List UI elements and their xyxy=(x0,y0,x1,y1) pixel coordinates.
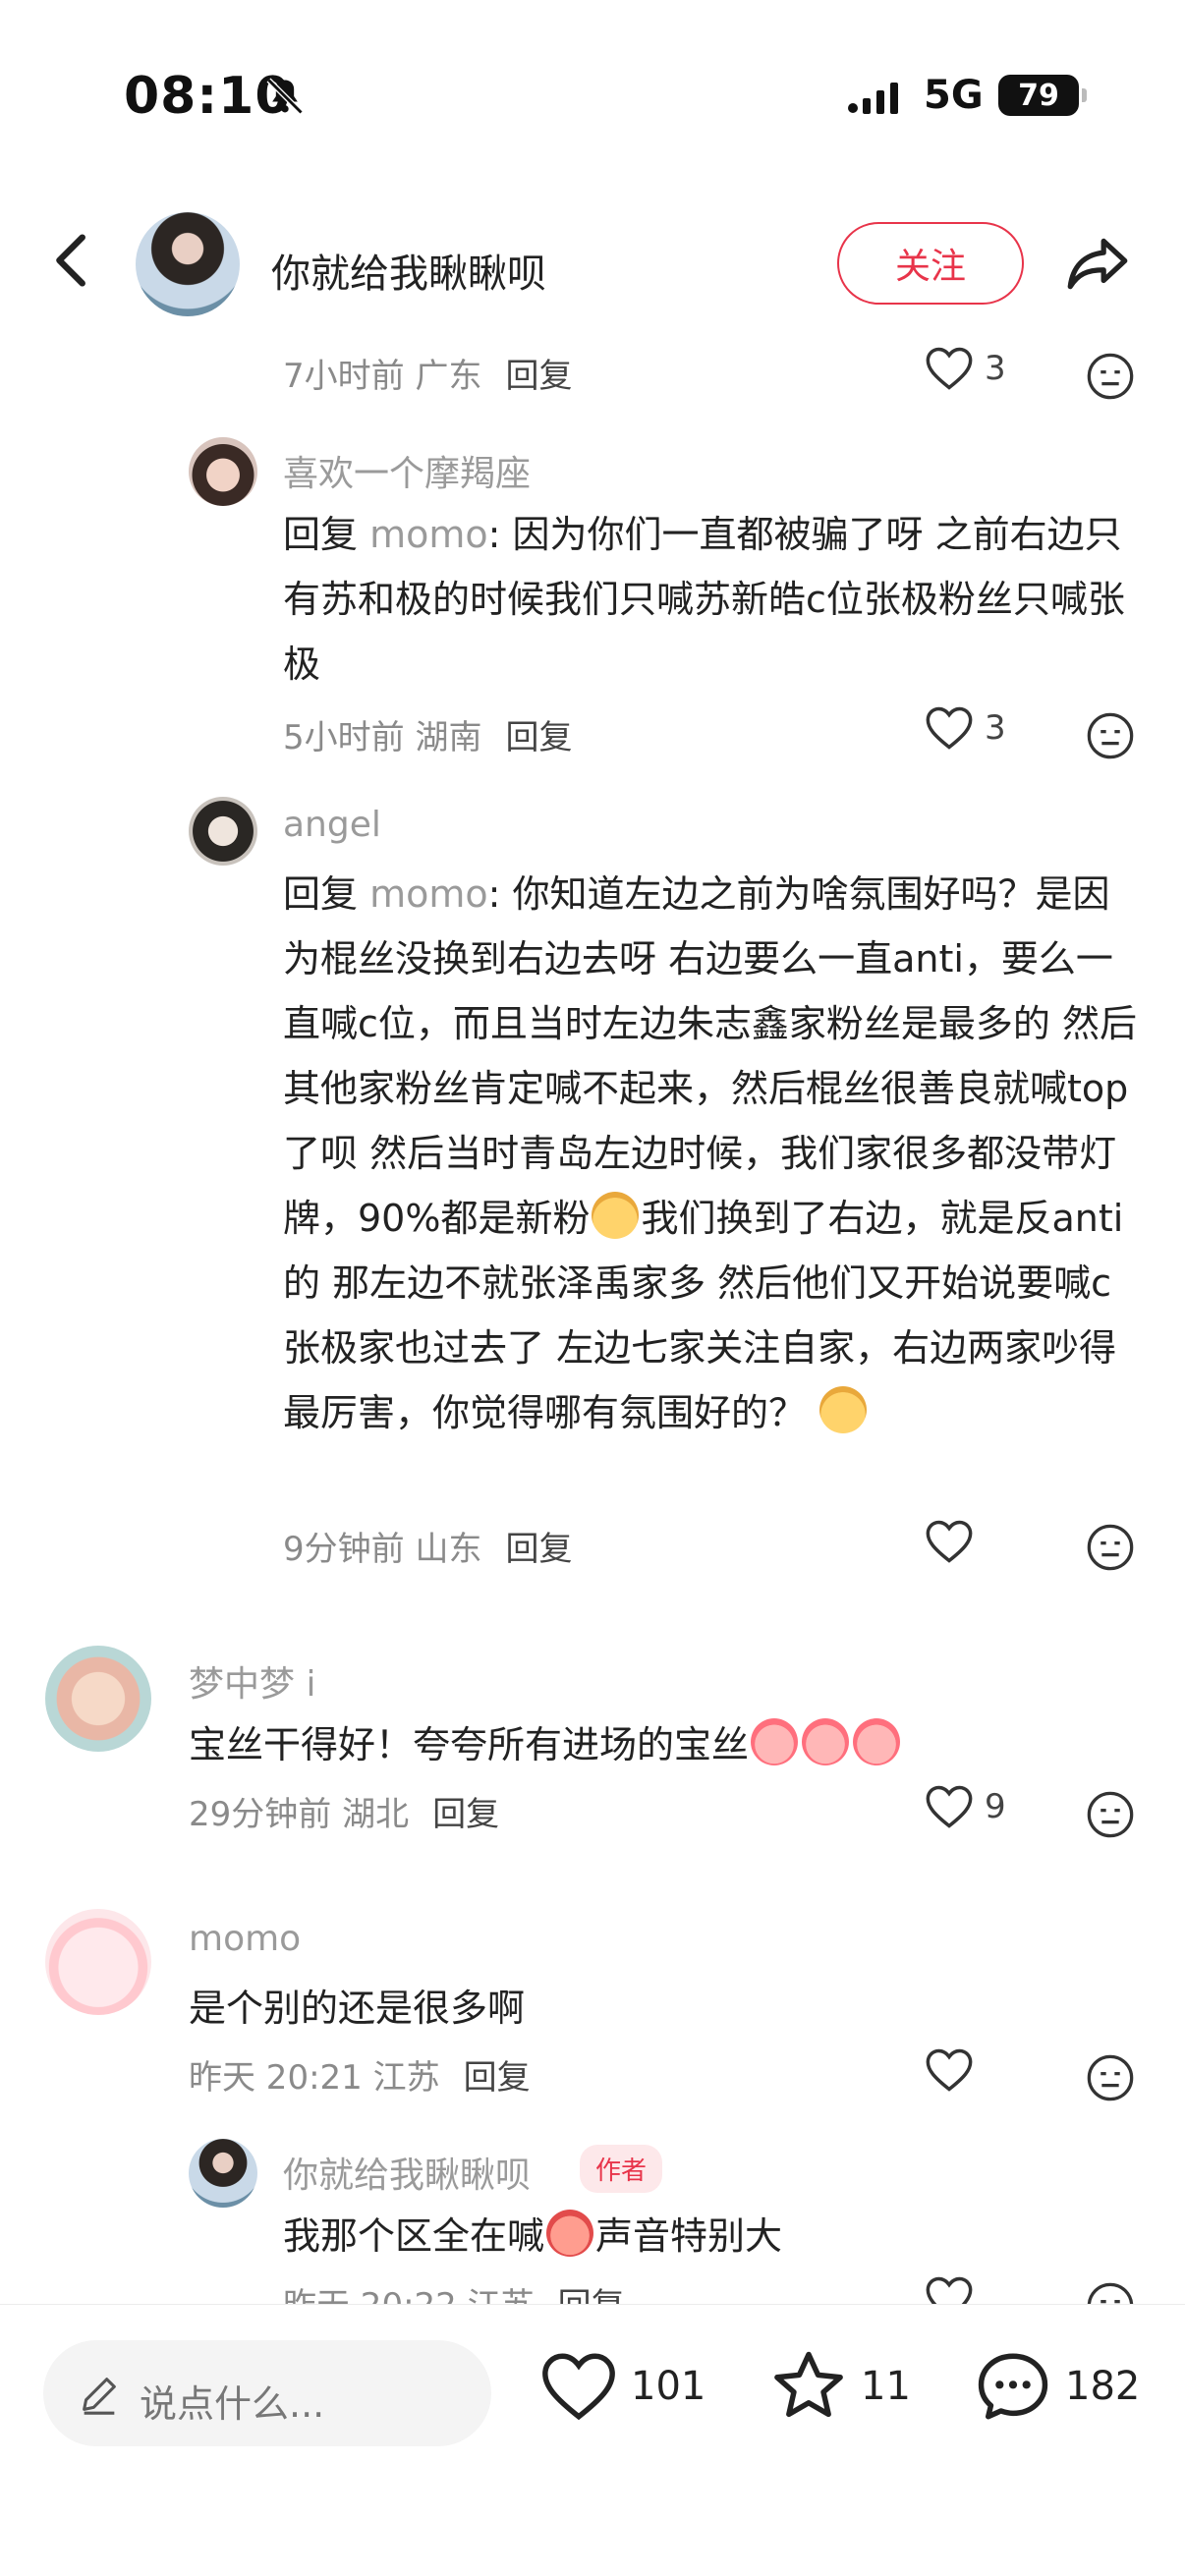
comment-list: 7小时前 广东 回复 3 喜欢一个摩羯座 回复 momo: 因为你们一直都被骗了呀… xyxy=(0,329,1185,2304)
comment-input-placeholder: 说点什么... xyxy=(140,2382,325,2426)
dislike-icon[interactable] xyxy=(1085,1789,1136,1840)
star-icon xyxy=(774,2351,843,2418)
commenter-avatar[interactable] xyxy=(189,2139,257,2208)
comment-text[interactable]: 我那个区全在喊 声音特别大 xyxy=(283,2204,1138,2268)
reply-prefix: 回复 xyxy=(283,872,359,916)
duck-emoji-icon xyxy=(592,1192,640,1239)
duck-emoji-icon xyxy=(819,1386,868,1433)
comment-body-continued: 声音特别大 xyxy=(595,2214,783,2258)
comment-meta: 9分钟前 山东 回复 xyxy=(283,1522,572,1570)
like-count: 3 xyxy=(985,708,1006,748)
comment-meta: 昨天 20:22 江苏 回复 xyxy=(283,2278,625,2304)
comment-time-location: 29分钟前 湖北 xyxy=(189,1795,410,1834)
commenter-name[interactable]: 喜欢一个摩羯座 xyxy=(283,445,531,496)
comment-count: 182 xyxy=(1065,2364,1141,2409)
dislike-icon[interactable] xyxy=(1085,2052,1136,2103)
heart-icon xyxy=(926,706,973,750)
comment-body: 我那个区全在喊 xyxy=(283,2214,545,2258)
comment-time-location: 7小时前 广东 xyxy=(283,357,482,396)
share-icon[interactable] xyxy=(1061,226,1134,299)
comment-meta: 5小时前 湖南 回复 xyxy=(283,710,572,758)
author-badge: 作者 xyxy=(580,2145,663,2193)
comment-body: 是个别的还是很多啊 xyxy=(189,1987,526,2030)
reply-button[interactable]: 回复 xyxy=(464,2058,531,2098)
commenter-avatar[interactable] xyxy=(189,797,257,866)
like-button[interactable] xyxy=(924,1518,975,1565)
reply-button[interactable]: 回复 xyxy=(505,1530,572,1569)
dislike-icon[interactable] xyxy=(1085,1522,1136,1573)
commenter-avatar[interactable] xyxy=(45,1909,151,2015)
back-arrow-icon[interactable] xyxy=(39,226,108,295)
bell-off-icon xyxy=(266,78,304,115)
like-button[interactable]: 9 xyxy=(924,1783,1006,1830)
crying-emoji-icon xyxy=(546,2210,594,2257)
comment-time-location: 9分钟前 山东 xyxy=(283,1530,482,1569)
heart-icon xyxy=(926,2048,973,2092)
comment-input[interactable]: 说点什么... xyxy=(43,2340,491,2446)
commenter-name[interactable]: angel xyxy=(283,805,381,845)
like-count: 3 xyxy=(985,349,1006,388)
comment-count-button[interactable]: 182 xyxy=(973,2346,1140,2427)
pencil-icon xyxy=(83,2378,116,2415)
comment-text[interactable]: 宝丝干得好！夸夸所有进场的宝丝 xyxy=(189,1712,1132,1777)
heart-icon xyxy=(926,1520,973,1563)
heart-icon xyxy=(542,2353,615,2421)
reply-button[interactable]: 回复 xyxy=(505,357,572,396)
author-name[interactable]: 你就给我瞅瞅呗 xyxy=(271,242,546,299)
comment-meta: 7小时前 广东 回复 xyxy=(283,349,572,397)
dislike-icon[interactable] xyxy=(1085,351,1136,402)
reply-target[interactable]: momo xyxy=(369,513,488,556)
commenter-avatar[interactable] xyxy=(45,1646,151,1752)
like-button[interactable] xyxy=(924,2274,975,2304)
battery-indicator: 79 xyxy=(998,75,1087,116)
collect-button[interactable]: 11 xyxy=(768,2346,911,2427)
peach-emoji-icon xyxy=(853,1718,901,1765)
comment-time-location: 昨天 20:22 江苏 xyxy=(283,2286,535,2304)
collect-count: 11 xyxy=(861,2364,911,2409)
heart-icon xyxy=(926,347,973,390)
peach-emoji-icon xyxy=(802,1718,850,1765)
bottom-action-bar: 说点什么... 101 11 182 xyxy=(0,2304,1185,2576)
commenter-name[interactable]: 你就给我瞅瞅呗 xyxy=(283,2147,531,2198)
heart-icon xyxy=(926,2276,973,2304)
comment-text[interactable]: 是个别的还是很多啊 xyxy=(189,1976,1132,2041)
post-like-count: 101 xyxy=(631,2364,706,2409)
like-button[interactable] xyxy=(924,2046,975,2094)
comment-text[interactable]: 回复 momo: 你知道左边之前为啥氛围好吗？是因为棍丝没换到右边去呀 右边要么… xyxy=(283,862,1140,1445)
commenter-name[interactable]: momo xyxy=(189,1919,301,1959)
status-bar: 08:10 5G 79 xyxy=(0,0,1185,196)
author-avatar[interactable] xyxy=(136,212,240,316)
commenter-name[interactable]: 梦中梦 i xyxy=(189,1655,315,1707)
like-count: 9 xyxy=(985,1787,1006,1826)
reply-button[interactable]: 回复 xyxy=(505,718,572,757)
comment-meta: 昨天 20:21 江苏 回复 xyxy=(189,2050,531,2099)
commenter-avatar[interactable] xyxy=(189,437,257,506)
post-header: 你就给我瞅瞅呗 关注 xyxy=(0,196,1185,329)
dislike-icon[interactable] xyxy=(1085,710,1136,761)
follow-button[interactable]: 关注 xyxy=(837,222,1024,305)
dislike-icon[interactable] xyxy=(1085,2280,1136,2304)
comment-time-location: 5小时前 湖南 xyxy=(283,718,482,757)
network-label: 5G xyxy=(924,73,984,118)
like-button[interactable]: 3 xyxy=(924,345,1006,392)
reply-prefix: 回复 xyxy=(283,513,359,556)
post-like-button[interactable]: 101 xyxy=(538,2346,705,2427)
comment-body: : 你知道左边之前为啥氛围好吗？是因为棍丝没换到右边去呀 右边要么一直anti，… xyxy=(283,872,1137,1240)
reply-button[interactable]: 回复 xyxy=(432,1795,499,1834)
comment-bubble-icon xyxy=(978,2353,1048,2420)
comment-body: 宝丝干得好！夸夸所有进场的宝丝 xyxy=(189,1723,750,1766)
heart-icon xyxy=(926,1785,973,1828)
peach-emoji-icon xyxy=(751,1718,799,1765)
like-button[interactable]: 3 xyxy=(924,704,1006,752)
signal-icon xyxy=(848,83,898,114)
comment-time-location: 昨天 20:21 江苏 xyxy=(189,2058,440,2098)
comment-meta: 29分钟前 湖北 回复 xyxy=(189,1787,499,1835)
reply-target[interactable]: momo xyxy=(369,872,488,916)
comment-text[interactable]: 回复 momo: 因为你们一直都被骗了呀 之前右边只有苏和极的时候我们只喊苏新皓… xyxy=(283,502,1138,697)
reply-button[interactable]: 回复 xyxy=(558,2286,625,2304)
